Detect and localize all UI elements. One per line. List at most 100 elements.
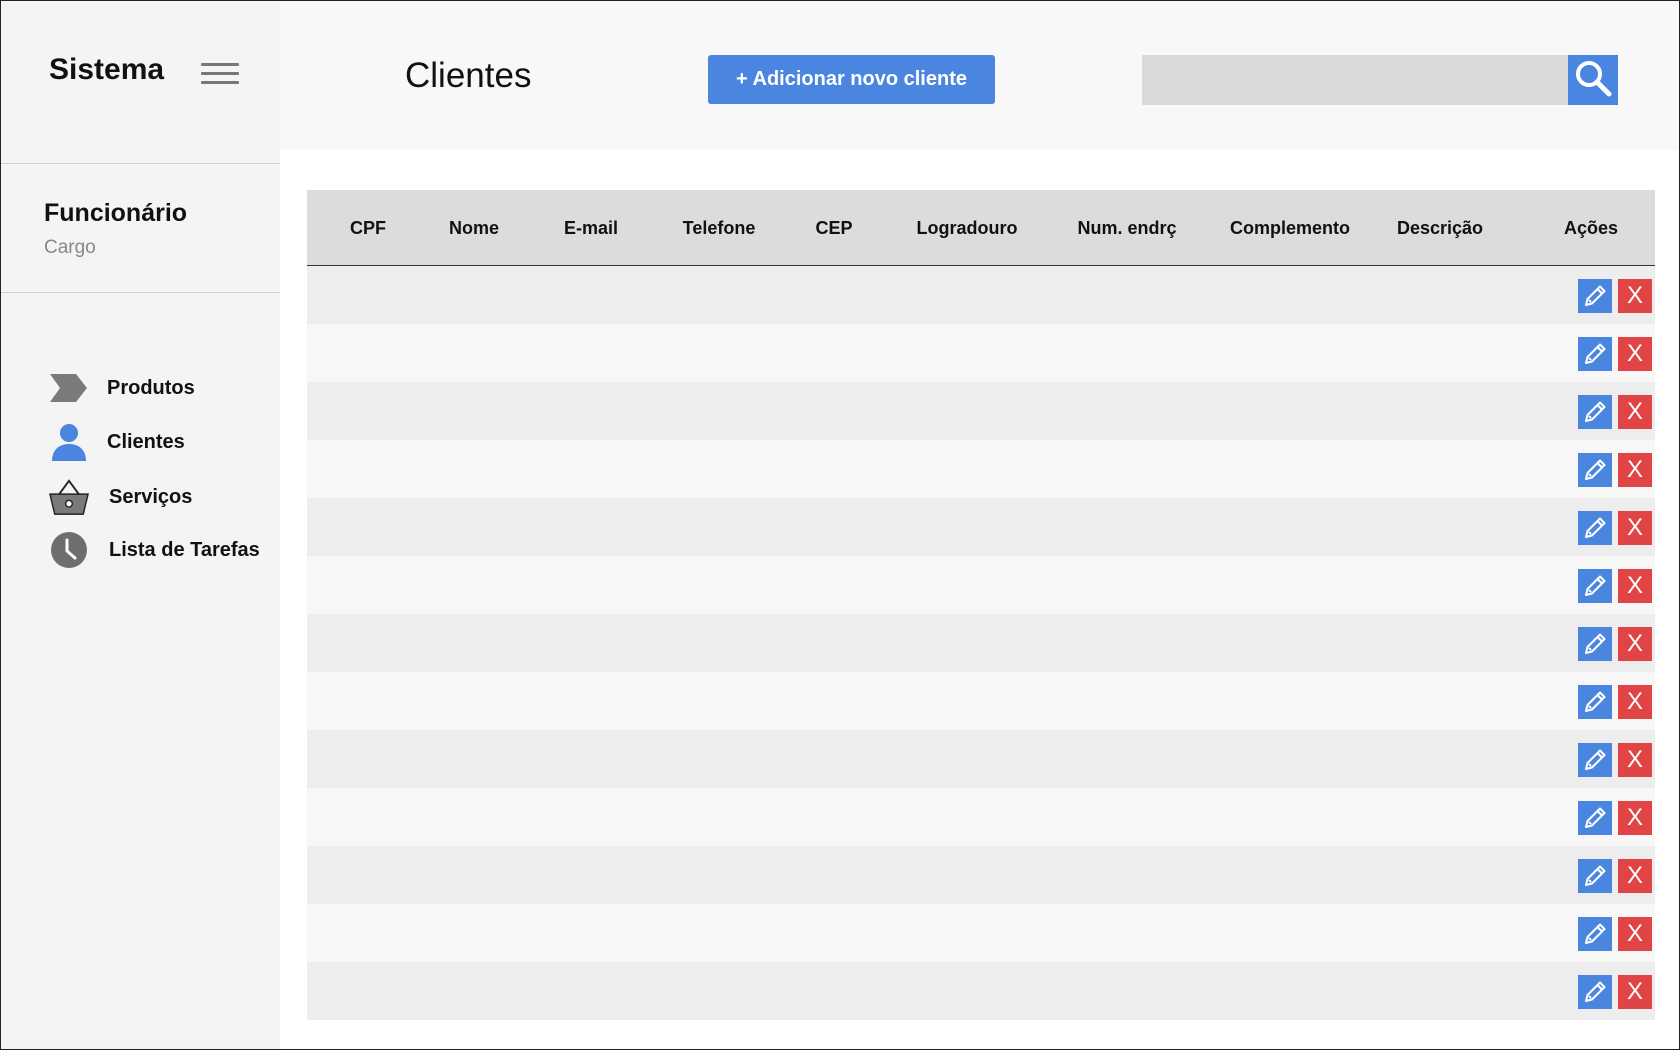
row-actions: X <box>1578 279 1652 313</box>
table-row: X <box>307 614 1655 672</box>
sidebar-item-servicos[interactable]: Serviços <box>49 475 281 519</box>
delete-label: X <box>1626 746 1643 773</box>
delete-button[interactable]: X <box>1618 917 1652 951</box>
edit-button[interactable] <box>1578 511 1612 545</box>
delete-button[interactable]: X <box>1618 395 1652 429</box>
column-header-acoes: Ações <box>1563 217 1619 238</box>
delete-button[interactable]: X <box>1618 859 1652 893</box>
table-row: X <box>307 382 1655 440</box>
delete-label: X <box>1626 804 1643 831</box>
pencil-icon <box>1582 399 1608 425</box>
column-header-num-endereco: Num. endrç <box>1077 217 1177 238</box>
edit-button[interactable] <box>1578 917 1612 951</box>
delete-button[interactable]: X <box>1618 975 1652 1009</box>
table-row: X <box>307 788 1655 846</box>
clock-icon <box>49 530 89 570</box>
brand-title: Sistema <box>49 53 165 86</box>
column-header-telefone: Telefone <box>682 217 756 238</box>
delete-button[interactable]: X <box>1618 453 1652 487</box>
row-actions: X <box>1578 395 1652 429</box>
delete-button[interactable]: X <box>1618 279 1652 313</box>
edit-button[interactable] <box>1578 569 1612 603</box>
edit-button[interactable] <box>1578 743 1612 777</box>
edit-button[interactable] <box>1578 975 1612 1009</box>
sidebar-divider <box>1 163 280 164</box>
table-row: X <box>307 846 1655 904</box>
row-actions: X <box>1578 569 1652 603</box>
delete-label: X <box>1626 456 1643 483</box>
delete-button[interactable]: X <box>1618 337 1652 371</box>
user-name: Funcionário <box>44 199 188 227</box>
row-actions: X <box>1578 685 1652 719</box>
pencil-icon <box>1582 689 1608 715</box>
edit-button[interactable] <box>1578 685 1612 719</box>
search-input[interactable] <box>1142 55 1572 105</box>
delete-label: X <box>1626 862 1643 889</box>
pencil-icon <box>1582 283 1608 309</box>
delete-button[interactable]: X <box>1618 685 1652 719</box>
edit-button[interactable] <box>1578 279 1612 313</box>
table-row: X <box>307 440 1655 498</box>
user-role: Cargo <box>44 237 96 258</box>
column-header-cep: CEP <box>815 217 853 238</box>
pencil-icon <box>1582 573 1608 599</box>
delete-label: X <box>1626 688 1643 715</box>
pencil-icon <box>1582 747 1608 773</box>
delete-button[interactable]: X <box>1618 801 1652 835</box>
column-header-complemento: Complemento <box>1229 217 1351 238</box>
edit-button[interactable] <box>1578 801 1612 835</box>
delete-button[interactable]: X <box>1618 569 1652 603</box>
sidebar-item-label: Serviços <box>109 485 193 508</box>
delete-label: X <box>1626 514 1643 541</box>
pencil-icon <box>1582 457 1608 483</box>
delete-button[interactable]: X <box>1618 627 1652 661</box>
column-header-cpf: CPF <box>350 217 386 238</box>
table-row: X <box>307 904 1655 962</box>
delete-button[interactable]: X <box>1618 511 1652 545</box>
table-row: X <box>307 672 1655 730</box>
edit-button[interactable] <box>1578 453 1612 487</box>
table-row: X <box>307 266 1655 324</box>
sidebar-item-produtos[interactable]: Produtos <box>49 366 281 410</box>
sidebar-item-label: Lista de Tarefas <box>109 538 260 561</box>
pencil-icon <box>1582 341 1608 367</box>
sidebar-item-clientes[interactable]: Clientes <box>49 420 281 464</box>
clients-table: CPF Nome E-mail Telefone CEP Logradouro … <box>307 190 1655 1020</box>
search-button[interactable] <box>1568 55 1618 105</box>
sidebar-item-label: Clientes <box>107 430 185 453</box>
column-header-nome: Nome <box>448 217 500 238</box>
pencil-icon <box>1582 863 1608 889</box>
delete-label: X <box>1626 340 1643 367</box>
row-actions: X <box>1578 337 1652 371</box>
add-client-button[interactable]: + Adicionar novo cliente <box>708 55 995 104</box>
edit-button[interactable] <box>1578 627 1612 661</box>
table-row: X <box>307 556 1655 614</box>
sidebar: Sistema Funcionário Cargo Produtos Clien… <box>1 1 280 1049</box>
row-actions: X <box>1578 801 1652 835</box>
person-icon <box>49 422 89 462</box>
row-actions: X <box>1578 627 1652 661</box>
edit-button[interactable] <box>1578 337 1612 371</box>
row-actions: X <box>1578 453 1652 487</box>
edit-button[interactable] <box>1578 859 1612 893</box>
table-body: X X X X X X X X X X X X X <box>307 266 1655 1020</box>
pencil-icon <box>1582 631 1608 657</box>
menu-toggle-icon[interactable] <box>201 63 239 87</box>
edit-button[interactable] <box>1578 395 1612 429</box>
column-header-descricao: Descrição <box>1396 217 1484 238</box>
row-actions: X <box>1578 743 1652 777</box>
pencil-icon <box>1582 805 1608 831</box>
pencil-icon <box>1582 979 1608 1005</box>
row-actions: X <box>1578 859 1652 893</box>
delete-label: X <box>1626 282 1643 309</box>
delete-button[interactable]: X <box>1618 743 1652 777</box>
pencil-icon <box>1582 921 1608 947</box>
row-actions: X <box>1578 917 1652 951</box>
sidebar-item-lista-de-tarefas[interactable]: Lista de Tarefas <box>49 528 281 572</box>
pencil-icon <box>1582 515 1608 541</box>
page-title: Clientes <box>405 56 532 95</box>
basket-icon <box>49 477 89 517</box>
delete-label: X <box>1626 630 1643 657</box>
table-row: X <box>307 730 1655 788</box>
table-header: CPF Nome E-mail Telefone CEP Logradouro … <box>307 190 1655 266</box>
